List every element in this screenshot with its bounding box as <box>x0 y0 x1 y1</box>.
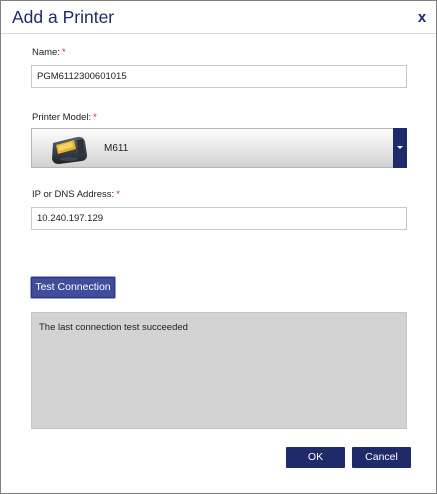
close-button[interactable]: x <box>415 10 429 26</box>
test-connection-button[interactable]: Test Connection <box>31 277 115 298</box>
cancel-button[interactable]: Cancel <box>352 447 411 468</box>
address-label: IP or DNS Address: * <box>32 189 120 200</box>
printer-model-label: Printer Model: * <box>32 112 97 123</box>
name-field[interactable] <box>31 65 407 88</box>
connection-result-text: The last connection test succeeded <box>39 322 188 333</box>
name-label: Name: * <box>32 47 66 58</box>
connection-result-panel: The last connection test succeeded <box>31 312 407 429</box>
printer-model-select[interactable]: M611 <box>31 128 407 168</box>
chevron-down-icon[interactable] <box>393 128 407 168</box>
printer-model-value: M611 <box>104 143 129 154</box>
name-label-text: Name: <box>32 47 60 58</box>
add-printer-dialog: Add a Printer x Name:* Printer Model:* M… <box>0 0 437 494</box>
address-field[interactable] <box>31 207 407 230</box>
required-mark: * <box>93 112 97 123</box>
printer-model-label-text: Printer Model: <box>32 112 92 123</box>
printer-icon <box>52 136 87 164</box>
address-label-text: IP or DNS Address: <box>32 189 115 200</box>
ok-button[interactable]: OK <box>286 447 345 468</box>
required-mark: * <box>61 47 66 58</box>
title-bar: Add a Printer x <box>1 1 436 34</box>
required-mark: * <box>116 189 120 200</box>
dialog-title: Add a Printer <box>12 7 115 27</box>
